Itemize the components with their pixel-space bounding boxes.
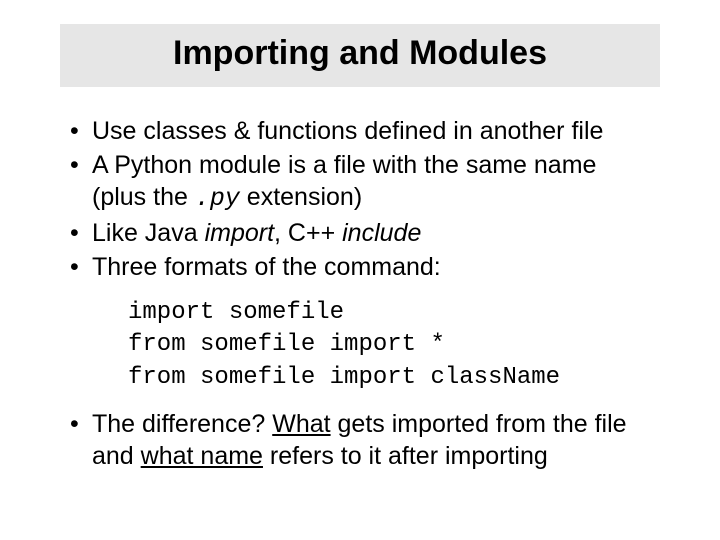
bullet-text: Like Java <box>92 219 205 247</box>
slide-content: Use classes & functions defined in anoth… <box>64 115 656 472</box>
code-line: import somefile <box>128 297 656 329</box>
keyword-import: import <box>205 219 274 247</box>
bullet-text: , C++ <box>274 219 342 247</box>
title-band: Importing and Modules <box>60 24 660 87</box>
code-block: import somefile from somefile import * f… <box>128 297 656 394</box>
bullet-list: Use classes & functions defined in anoth… <box>64 115 656 283</box>
bullet-item: A Python module is a file with the same … <box>64 149 656 215</box>
keyword-include: include <box>342 219 421 247</box>
slide: Importing and Modules Use classes & func… <box>0 24 720 540</box>
bullet-item: The difference? What gets imported from … <box>64 408 656 472</box>
bullet-item: Like Java import, C++ include <box>64 217 656 249</box>
bullet-list: The difference? What gets imported from … <box>64 408 656 472</box>
underlined-text: what name <box>141 442 263 470</box>
bullet-text: The difference? <box>92 410 272 438</box>
bullet-item: Three formats of the command: <box>64 251 656 283</box>
bullet-text: Three formats of the command: <box>92 253 441 281</box>
code-line: from somefile import className <box>128 362 656 394</box>
code-line: from somefile import * <box>128 329 656 361</box>
slide-title: Importing and Modules <box>60 34 660 73</box>
bullet-text: Use classes & functions defined in anoth… <box>92 117 603 145</box>
bullet-item: Use classes & functions defined in anoth… <box>64 115 656 147</box>
bullet-text: extension) <box>240 183 362 211</box>
bullet-text: refers to it after importing <box>263 442 548 470</box>
underlined-text: What <box>272 410 330 438</box>
code-inline-py: .py <box>195 184 240 213</box>
